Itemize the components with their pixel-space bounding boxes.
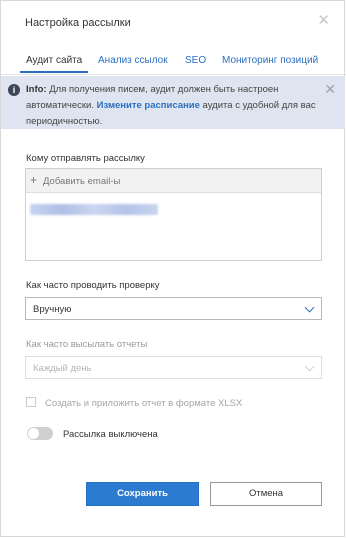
recipients-label: Кому отправлять рассылку xyxy=(26,153,145,164)
cancel-button[interactable]: Отмена xyxy=(210,482,322,506)
recipients-field[interactable]: + Добавить email-ы xyxy=(25,168,322,261)
check-frequency-label: Как часто проводить проверку xyxy=(26,280,160,291)
info-text: Info: Для получения писем, аудит должен … xyxy=(26,82,316,130)
add-email-placeholder: Добавить email-ы xyxy=(43,176,121,187)
check-frequency-value: Вручную xyxy=(33,304,72,315)
chevron-down-icon xyxy=(304,361,315,372)
plus-icon: + xyxy=(30,173,38,187)
tab-site-audit[interactable]: Аудит сайта xyxy=(19,55,89,73)
report-frequency-label: Как часто высылать отчеты xyxy=(26,339,148,350)
tab-link-analysis[interactable]: Анализ ссылок xyxy=(98,55,168,66)
info-prefix: Info: xyxy=(26,84,47,95)
dialog-title: Настройка рассылки xyxy=(25,17,131,29)
mailing-toggle-label: Рассылка выключена xyxy=(63,429,158,440)
tab-position-monitoring[interactable]: Мониторинг позиций xyxy=(222,55,318,66)
add-email-row[interactable]: + Добавить email-ы xyxy=(26,169,321,193)
close-icon[interactable]: ✕ xyxy=(317,13,330,28)
toggle-knob xyxy=(28,428,39,439)
email-chip[interactable] xyxy=(30,204,158,215)
mailing-settings-dialog: Настройка рассылки ✕ Аудит сайта Анализ … xyxy=(0,0,346,537)
xlsx-checkbox[interactable] xyxy=(26,397,36,407)
check-frequency-select[interactable]: Вручную xyxy=(25,297,322,320)
chevron-down-icon xyxy=(304,302,315,313)
info-icon: i xyxy=(8,84,20,96)
tab-bar: Аудит сайта Анализ ссылок SEO Мониторинг… xyxy=(1,49,346,75)
info-close-icon[interactable]: ✕ xyxy=(324,82,336,96)
save-button[interactable]: Сохранить xyxy=(86,482,199,506)
report-frequency-value: Каждый день xyxy=(33,363,92,374)
tab-seo[interactable]: SEO xyxy=(185,55,206,66)
xlsx-checkbox-label: Создать и приложить отчет в формате XLSX xyxy=(45,398,243,409)
info-banner: i Info: Для получения писем, аудит долже… xyxy=(1,76,345,129)
change-schedule-link[interactable]: Измените расписание xyxy=(97,100,200,111)
mailing-toggle[interactable] xyxy=(27,427,53,440)
report-frequency-select: Каждый день xyxy=(25,356,322,379)
